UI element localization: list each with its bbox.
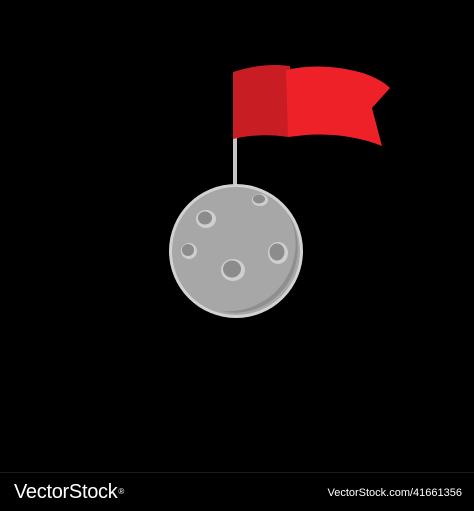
brand-logo: VectorStock® bbox=[14, 480, 124, 504]
watermark-footer: VectorStock® VectorStock.com/41661356 bbox=[0, 472, 474, 511]
crater bbox=[221, 259, 245, 281]
illustration bbox=[0, 0, 474, 472]
moon bbox=[169, 184, 303, 318]
flag-left-panel bbox=[233, 64, 290, 139]
crater bbox=[196, 210, 216, 228]
moon-flag-graphic bbox=[169, 64, 390, 318]
crater bbox=[181, 243, 197, 259]
brand-name: VectorStock bbox=[14, 481, 118, 503]
image-credit: VectorStock.com/41661356 bbox=[327, 487, 462, 499]
crater bbox=[252, 194, 268, 206]
registered-mark: ® bbox=[118, 487, 125, 496]
crater bbox=[268, 242, 288, 264]
flag-right-panel bbox=[286, 66, 390, 146]
flag-pole bbox=[233, 135, 237, 188]
